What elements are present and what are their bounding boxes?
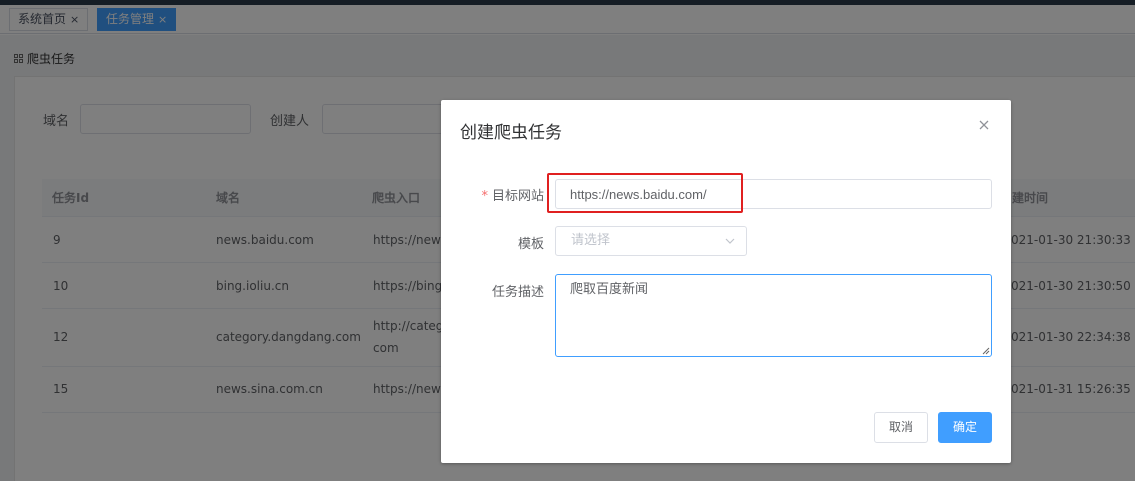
- close-icon[interactable]: [977, 118, 991, 132]
- target-site-input[interactable]: [555, 179, 992, 209]
- cancel-button[interactable]: 取消: [874, 412, 928, 443]
- template-label: 模板: [517, 237, 544, 252]
- template-select[interactable]: 请选择: [555, 226, 747, 256]
- dialog-title: 创建爬虫任务: [460, 123, 562, 143]
- target-site-label: * 目标网站: [481, 185, 544, 204]
- chevron-down-icon: [725, 238, 735, 244]
- template-placeholder: 请选择: [571, 233, 611, 248]
- task-desc-textarea[interactable]: 爬取百度新闻: [555, 274, 992, 357]
- task-desc-label: 任务描述: [491, 285, 544, 300]
- required-mark: *: [481, 189, 488, 204]
- confirm-button[interactable]: 确定: [938, 412, 992, 443]
- target-site-label-text: 目标网站: [491, 189, 544, 204]
- resize-grip-icon[interactable]: [981, 346, 990, 355]
- create-crawler-dialog: 创建爬虫任务 *目标网站 模板 请选择 任务描述 爬取百度新闻 取消 确定: [441, 100, 1011, 463]
